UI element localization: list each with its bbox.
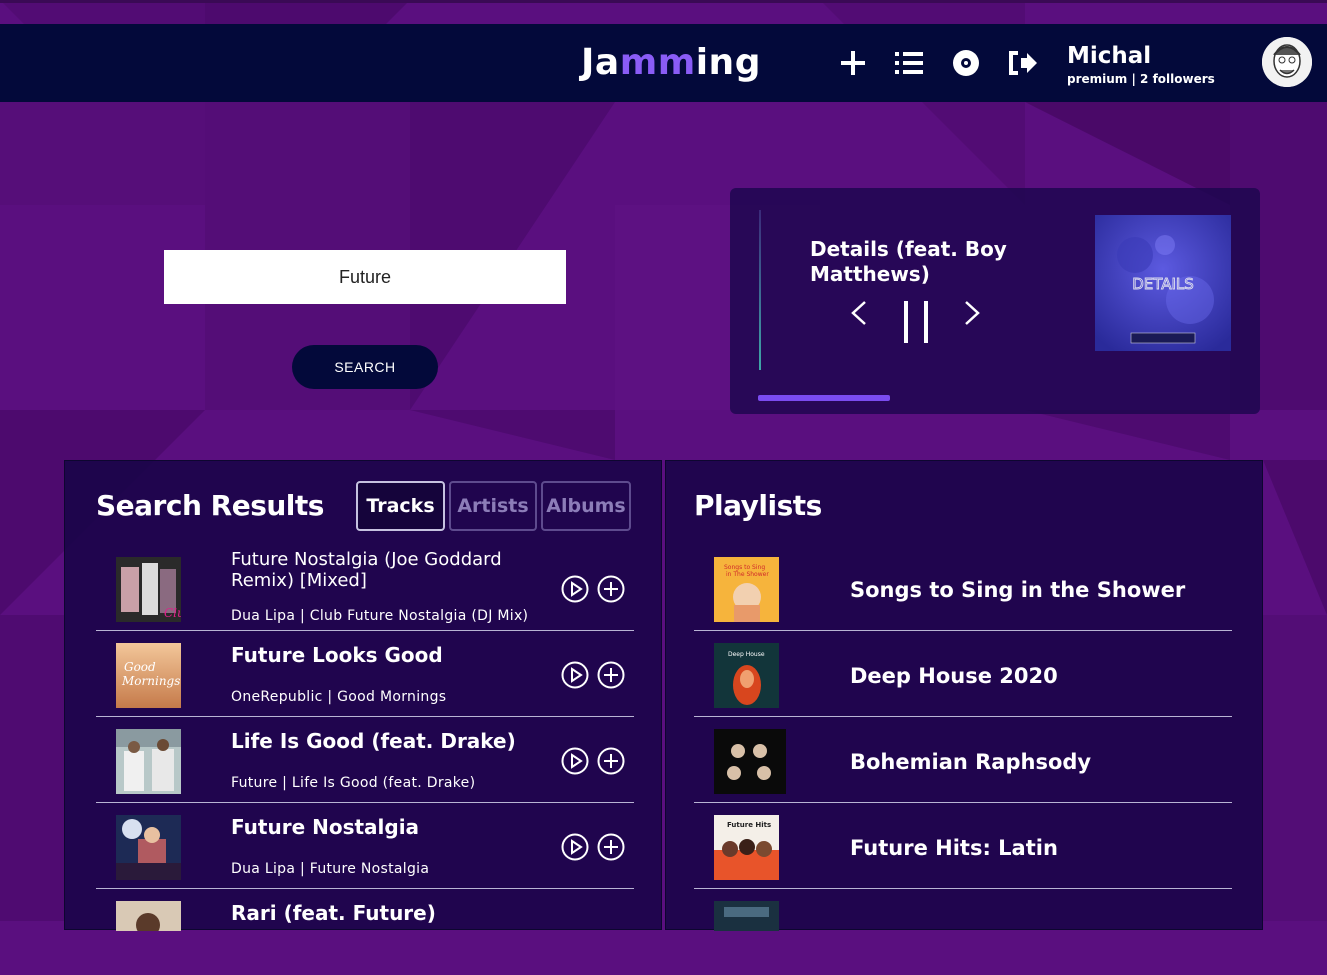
playlist-title: Bohemian Raphsody	[850, 750, 1092, 774]
track-row[interactable]: Future Nostalgia Dua Lipa | Future Nosta…	[96, 803, 634, 889]
search-button[interactable]: SEARCH	[292, 345, 438, 389]
progress-bar[interactable]	[758, 395, 1230, 401]
svg-text:Deep House: Deep House	[728, 651, 765, 658]
playlist-title: Future Hits: Latin	[850, 836, 1058, 860]
playlists-heading: Playlists	[694, 489, 822, 522]
search-input[interactable]	[164, 250, 566, 304]
search-results-panel: Search Results Tracks Artists Albums Clu…	[64, 460, 662, 931]
play-icon[interactable]	[561, 661, 589, 689]
track-cover	[116, 901, 181, 931]
add-icon[interactable]	[597, 661, 625, 689]
playlist-cover: Future Hits	[714, 815, 779, 880]
play-icon[interactable]	[561, 747, 589, 775]
track-title: Future Nostalgia	[231, 815, 420, 839]
play-icon[interactable]	[561, 575, 589, 603]
playlist-cover: Deep House	[714, 643, 779, 708]
tab-albums[interactable]: Albums	[541, 481, 631, 531]
list-icon[interactable]	[894, 48, 924, 78]
pause-icon[interactable]	[900, 300, 932, 344]
now-playing-cover: DETAILS	[1095, 215, 1231, 351]
track-subtitle: Dua Lipa | Future Nostalgia	[231, 861, 430, 877]
playlist-row[interactable]	[694, 889, 1232, 975]
now-playing-card: Details (feat. Boy Matthews) DETAILS	[730, 188, 1260, 414]
track-row[interactable]: Life Is Good (feat. Drake) Future | Life…	[96, 717, 634, 803]
add-icon[interactable]	[597, 747, 625, 775]
playlist-row[interactable]: Songs to Sing in The Shower Songs to Sing…	[694, 545, 1232, 631]
user-meta: premium | 2 followers	[1067, 72, 1215, 86]
playlist-row[interactable]: Deep House Deep House 2020	[694, 631, 1232, 717]
logo-text-accent: mm	[619, 42, 696, 83]
chevron-left-icon[interactable]	[848, 300, 870, 326]
track-row[interactable]: Club Future Nostalgia (Joe Goddard Remix…	[96, 545, 634, 631]
top-navbar: Jamming Michal premium | 2 followers	[0, 24, 1327, 102]
vinyl-icon[interactable]	[951, 48, 981, 78]
chevron-right-icon[interactable]	[961, 300, 983, 326]
track-cover: Good Mornings	[116, 643, 181, 708]
svg-text:Club: Club	[164, 606, 181, 620]
track-subtitle: Future | Life Is Good (feat. Drake)	[231, 775, 476, 791]
svg-text:Songs to Sing: Songs to Sing	[724, 564, 765, 571]
track-title: Life Is Good (feat. Drake)	[231, 729, 516, 753]
logo-text-end: ing	[695, 42, 761, 83]
avatar[interactable]	[1262, 37, 1312, 87]
playlist-title: Deep House 2020	[850, 664, 1058, 688]
logo-text-start: Ja	[581, 42, 620, 83]
track-cover	[116, 815, 181, 880]
now-playing-title: Details (feat. Boy Matthews)	[810, 237, 1007, 286]
track-row[interactable]: Rari (feat. Future)	[96, 889, 634, 975]
track-title: Future Nostalgia (Joe Goddard Remix) [Mi…	[231, 549, 502, 591]
track-cover: Club	[116, 557, 181, 622]
playlist-row[interactable]: Bohemian Raphsody	[694, 717, 1232, 803]
playlist-cover	[714, 901, 779, 931]
track-title: Future Looks Good	[231, 643, 443, 667]
logout-icon[interactable]	[1008, 48, 1038, 78]
playlists-panel: Playlists Songs to Sing in The Shower Son…	[665, 460, 1263, 931]
playlist-cover	[714, 729, 786, 794]
track-row[interactable]: Good Mornings Future Looks Good OneRepubl…	[96, 631, 634, 717]
add-icon[interactable]	[597, 833, 625, 861]
app-logo[interactable]: Jamming	[581, 42, 761, 83]
track-cover	[116, 729, 181, 794]
svg-text:in The Shower: in The Shower	[726, 571, 769, 578]
player-divider	[759, 210, 761, 370]
playlist-cover: Songs to Sing in The Shower	[714, 557, 779, 622]
tab-artists[interactable]: Artists	[449, 481, 537, 531]
progress-fill	[758, 395, 891, 401]
tab-tracks[interactable]: Tracks	[356, 481, 445, 531]
add-icon[interactable]	[597, 575, 625, 603]
play-icon[interactable]	[561, 833, 589, 861]
track-subtitle: Dua Lipa | Club Future Nostalgia (DJ Mix…	[231, 608, 529, 624]
svg-text:Good: Good	[124, 660, 156, 674]
playlist-title: Songs to Sing in the Shower	[850, 578, 1186, 602]
svg-text:Future Hits: Future Hits	[727, 821, 771, 829]
user-name: Michal	[1067, 43, 1152, 69]
plus-icon[interactable]	[838, 48, 868, 78]
search-results-heading: Search Results	[96, 489, 324, 522]
svg-text:Mornings: Mornings	[121, 674, 180, 688]
track-subtitle: OneRepublic | Good Mornings	[231, 689, 447, 705]
playlist-row[interactable]: Future Hits Future Hits: Latin	[694, 803, 1232, 889]
cover-text: DETAILS	[1132, 275, 1194, 293]
